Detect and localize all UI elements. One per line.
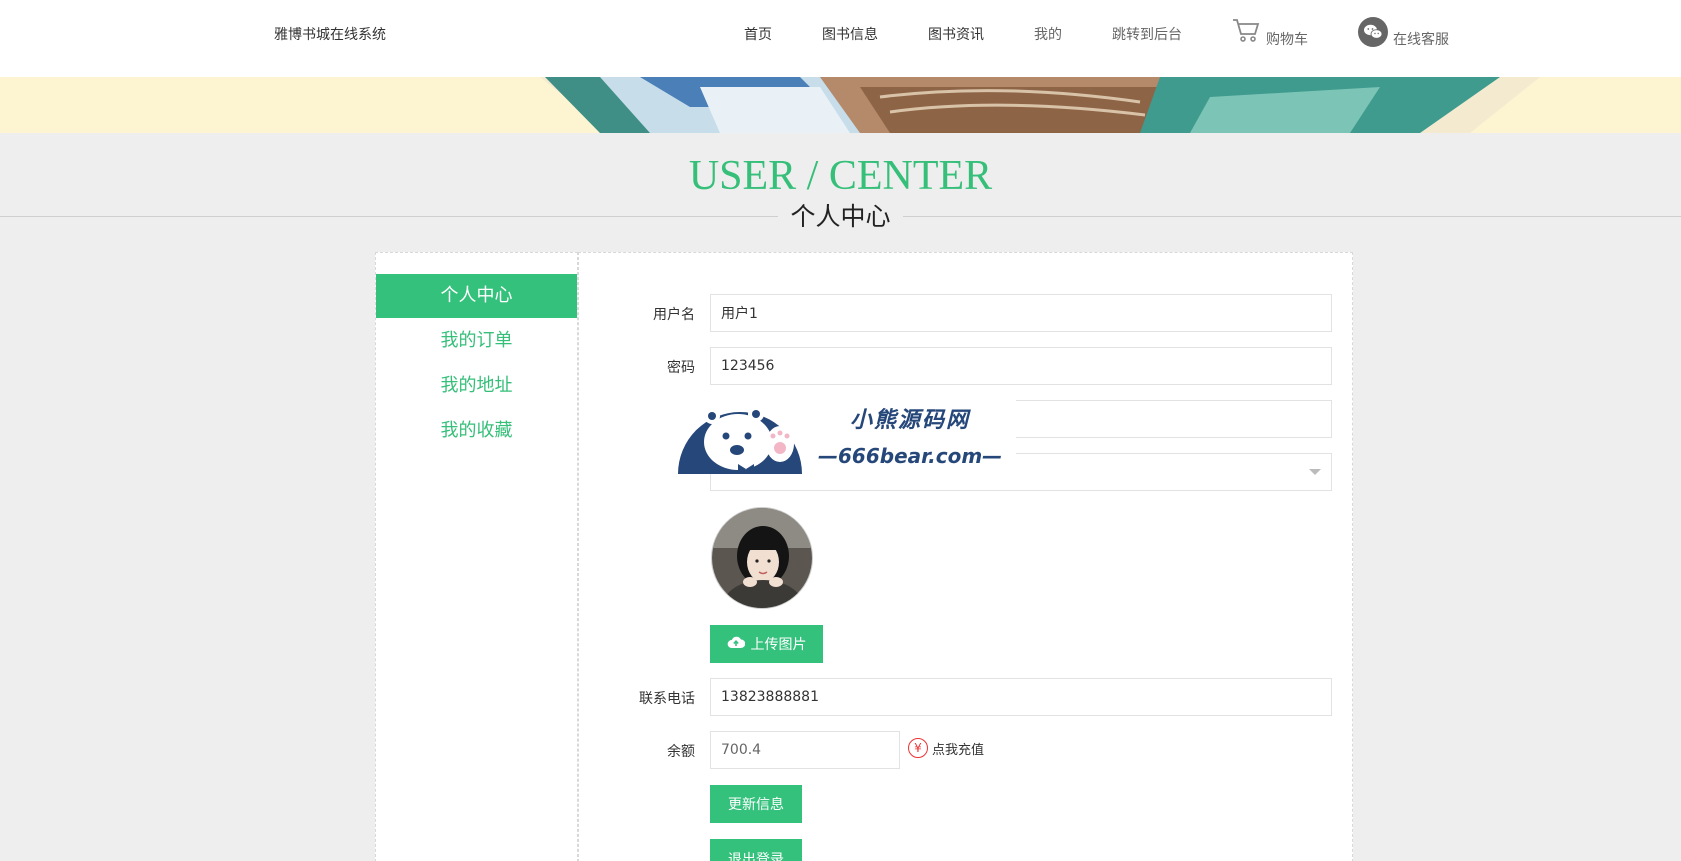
nav-home[interactable]: 首页 [744,24,772,44]
nav-admin[interactable]: 跳转到后台 [1112,24,1182,44]
cloud-upload-icon [727,635,745,653]
page-title-en: USER / CENTER [688,153,993,199]
password-input[interactable] [710,347,1332,385]
nav-mine[interactable]: 我的 [1034,24,1062,44]
phone-input[interactable] [710,678,1332,716]
recharge-label: 点我充值 [932,742,985,758]
nav-cart[interactable]: 购物车 [1266,29,1308,49]
chevron-down-icon [1309,469,1321,475]
password-label: 密码 [667,360,695,376]
nav-service[interactable]: 在线客服 [1393,29,1449,49]
watermark-title: 小熊源码网 [850,408,971,433]
sidebar: 个人中心 我的订单 我的地址 我的收藏 [375,252,578,861]
page-title-cn: 个人中心 [778,202,903,232]
sidebar-item-orders[interactable]: 我的订单 [376,319,577,363]
sidebar-item-profile[interactable]: 个人中心 [376,274,577,318]
book-illustration [0,77,1681,133]
recharge-link[interactable]: ¥ 点我充值 [908,738,984,758]
cart-icon[interactable] [1232,18,1260,44]
avatar [711,507,813,609]
update-info-button[interactable]: 更新信息 [710,785,802,823]
sidebar-item-address[interactable]: 我的地址 [376,364,577,408]
phone-label: 联系电话 [639,691,695,707]
top-header: 雅博书城在线系统 首页 图书信息 图书资讯 我的 跳转到后台 购物车 在线客服 [0,0,1681,77]
main-nav: 首页 图书信息 图书资讯 我的 跳转到后台 购物车 在线客服 [0,17,1681,49]
yen-icon: ¥ [908,738,928,758]
profile-form-panel [578,252,1353,861]
nav-book-news[interactable]: 图书资讯 [928,24,984,44]
upload-image-label: 上传图片 [750,637,807,653]
balance-input[interactable] [710,731,900,769]
nav-book-info[interactable]: 图书信息 [822,24,878,44]
username-input[interactable] [710,294,1332,332]
sidebar-item-favorites[interactable]: 我的收藏 [376,409,577,453]
wechat-icon[interactable] [1358,17,1388,47]
logout-button[interactable]: 退出登录 [710,839,802,861]
banner-image [0,77,1681,133]
watermark-url: —666bear.com— [818,444,1003,468]
balance-label: 余额 [667,744,695,760]
username-label: 用户名 [653,307,695,323]
upload-image-button[interactable]: 上传图片 [710,625,823,663]
